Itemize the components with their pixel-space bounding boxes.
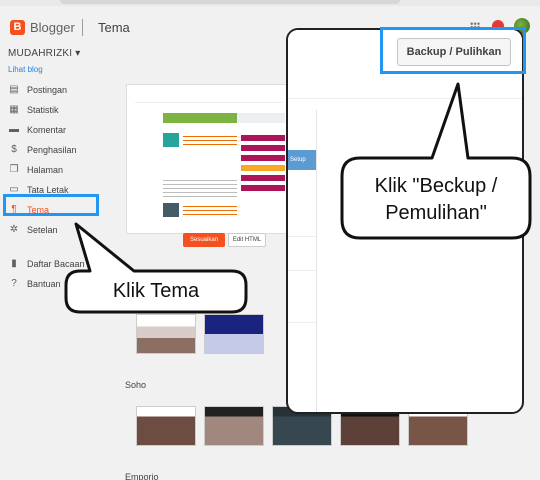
backup-callout-line2: Pemulihan": [385, 202, 487, 224]
backup-callout-line1: Klik "Beckup /: [374, 175, 498, 197]
tema-callout-text: Klik Tema: [112, 280, 200, 302]
callout-overlay: [64, 82, 532, 314]
